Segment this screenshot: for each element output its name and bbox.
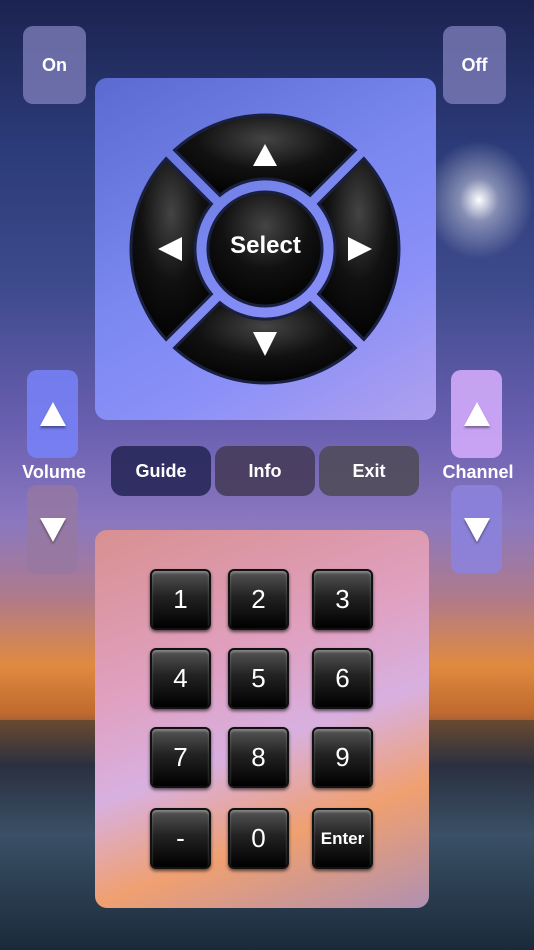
key-9[interactable]: 9 bbox=[312, 727, 373, 788]
channel-down-button[interactable] bbox=[451, 485, 502, 574]
arrow-down-icon bbox=[463, 517, 490, 542]
dpad bbox=[129, 113, 401, 385]
key-0[interactable]: 0 bbox=[228, 808, 289, 869]
key-2[interactable]: 2 bbox=[228, 569, 289, 630]
channel-up-button[interactable] bbox=[451, 370, 502, 458]
key-4[interactable]: 4 bbox=[150, 648, 211, 709]
key-6[interactable]: 6 bbox=[312, 648, 373, 709]
arrow-up-icon bbox=[463, 402, 490, 426]
power-on-button[interactable]: On bbox=[23, 26, 86, 104]
key-dash[interactable]: - bbox=[150, 808, 211, 869]
volume-up-button[interactable] bbox=[27, 370, 78, 458]
guide-button[interactable]: Guide bbox=[111, 446, 211, 496]
dpad-panel: Select bbox=[95, 78, 436, 420]
key-enter[interactable]: Enter bbox=[312, 808, 373, 869]
select-button[interactable] bbox=[206, 190, 324, 308]
power-off-button[interactable]: Off bbox=[443, 26, 506, 104]
key-7[interactable]: 7 bbox=[150, 727, 211, 788]
arrow-up-icon bbox=[39, 402, 66, 426]
channel-label: Channel bbox=[442, 462, 514, 482]
key-3[interactable]: 3 bbox=[312, 569, 373, 630]
keypad-panel: 1 2 3 4 5 6 7 8 9 -0 Enter bbox=[95, 530, 429, 908]
exit-button[interactable]: Exit bbox=[319, 446, 419, 496]
volume-down-button[interactable] bbox=[27, 485, 78, 574]
key-1[interactable]: 1 bbox=[150, 569, 211, 630]
info-button[interactable]: Info bbox=[215, 446, 315, 496]
background-light bbox=[424, 140, 534, 260]
key-5[interactable]: 5 bbox=[228, 648, 289, 709]
arrow-down-icon bbox=[39, 517, 66, 542]
volume-label: Volume bbox=[22, 462, 86, 482]
key-8[interactable]: 8 bbox=[228, 727, 289, 788]
